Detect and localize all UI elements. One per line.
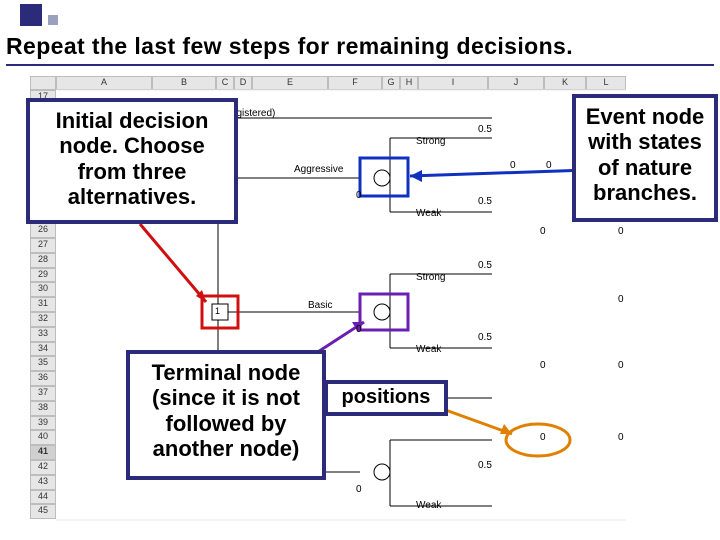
callout-event-node: Event node with states of nature branche… (572, 94, 718, 222)
title-divider (6, 64, 714, 66)
row-36: 36 (30, 371, 56, 386)
row-28: 28 (30, 253, 56, 268)
row-45: 45 (30, 504, 56, 519)
accent-square-small (48, 15, 58, 25)
state-weak-4: Weak (416, 500, 441, 511)
row-27: 27 (30, 238, 56, 253)
row-38: 38 (30, 401, 56, 416)
row-32: 32 (30, 312, 56, 327)
row-37: 37 (30, 386, 56, 401)
state-weak-2: Weak (416, 344, 441, 355)
callout-initial-decision: Initial decision node. Choose from three… (26, 98, 238, 224)
state-weak-1: Weak (416, 208, 441, 219)
row-40: 40 (30, 430, 56, 445)
state-strong-1: Strong (416, 136, 445, 147)
col-A: A (56, 76, 152, 90)
col-J: J (488, 76, 544, 90)
accent-square-large (20, 4, 42, 26)
row-30: 30 (30, 282, 56, 297)
prob-strong-2: 0.5 (478, 260, 492, 271)
col-F: F (328, 76, 382, 90)
row-39: 39 (30, 416, 56, 431)
end-zero-1b: 0 (618, 226, 624, 237)
end-zero-3a: 0 (618, 432, 624, 443)
col-K: K (544, 76, 586, 90)
prob-weak-4: 0.5 (478, 460, 492, 471)
payoff-weak-1: 0 (540, 226, 546, 237)
row-31: 31 (30, 297, 56, 312)
row-34: 34 (30, 342, 56, 357)
branch-label-aggressive: Aggressive (294, 164, 343, 175)
callout-terminal-node: Terminal node (since it is not followed … (126, 350, 326, 480)
col-H: H (400, 76, 418, 90)
low-zero: 0 (356, 484, 362, 495)
prob-weak-2: 0.5 (478, 332, 492, 343)
spreadsheet-column-headers: A B C D E F G H I J K L (56, 76, 626, 90)
prob-weak-1: 0.5 (478, 196, 492, 207)
col-E: E (252, 76, 328, 90)
prob-strong-1: 0.5 (478, 124, 492, 135)
state-strong-2: Strong (416, 272, 445, 283)
slide-title: Repeat the last few steps for remaining … (6, 33, 714, 60)
payoff-strong-1b: 0 (546, 160, 552, 171)
col-G: G (382, 76, 400, 90)
row-41: 41 (30, 445, 56, 460)
col-D: D (234, 76, 252, 90)
decision-node-id: 1 (215, 306, 220, 316)
col-I: I (418, 76, 488, 90)
row-35: 35 (30, 356, 56, 371)
branch-label-basic: Basic (308, 300, 332, 311)
callout-positions: positions (324, 380, 448, 416)
row-26: 26 (30, 223, 56, 238)
aggr-zero: 0 (356, 190, 362, 201)
row-44: 44 (30, 490, 56, 505)
row-29: 29 (30, 268, 56, 283)
end-zero-2b: 0 (618, 360, 624, 371)
payoff-pos-a: 0 (540, 432, 546, 443)
end-zero-2a: 0 (618, 294, 624, 305)
col-B: B (152, 76, 216, 90)
payoff-strong-1a: 0 (510, 160, 516, 171)
payoff-weak-2: 0 (540, 360, 546, 371)
col-L: L (586, 76, 626, 90)
row-42: 42 (30, 460, 56, 475)
row-33: 33 (30, 327, 56, 342)
basic-zero: 0 (356, 324, 362, 335)
col-C: C (216, 76, 234, 90)
row-43: 43 (30, 475, 56, 490)
